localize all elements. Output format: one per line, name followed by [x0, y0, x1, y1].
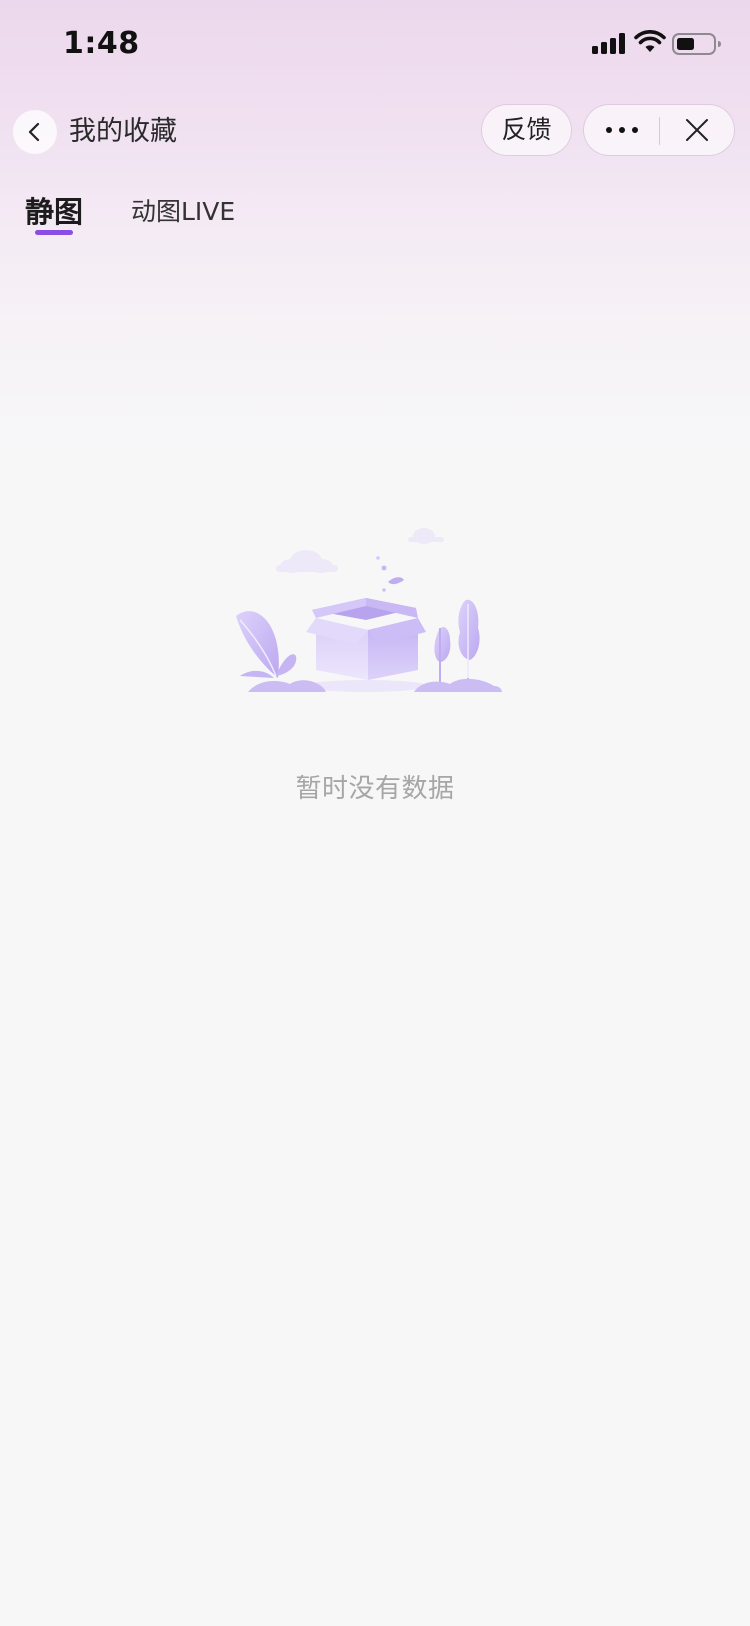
close-icon	[686, 119, 708, 141]
active-tab-indicator	[35, 230, 73, 235]
tab-static-images[interactable]: 静图	[25, 190, 83, 234]
page-title: 我的收藏	[69, 116, 177, 147]
more-dot-icon	[632, 127, 638, 133]
mini-program-capsule	[583, 104, 735, 156]
close-button[interactable]	[660, 105, 734, 155]
back-button[interactable]	[13, 110, 57, 154]
more-dot-icon	[606, 127, 612, 133]
empty-state-message: 暂时没有数据	[295, 774, 455, 804]
more-button[interactable]	[584, 105, 660, 155]
tab-live-images[interactable]: 动图LIVE	[131, 190, 235, 234]
wifi-icon	[634, 30, 666, 52]
status-bar: 1:48	[0, 0, 750, 90]
more-dot-icon	[619, 127, 625, 133]
signal-icon	[592, 32, 626, 54]
chevron-left-icon	[28, 122, 40, 142]
status-time: 1:48	[63, 26, 140, 61]
empty-box-illustration	[236, 528, 502, 692]
feedback-button[interactable]: 反馈	[481, 104, 572, 156]
battery-icon	[672, 33, 721, 55]
